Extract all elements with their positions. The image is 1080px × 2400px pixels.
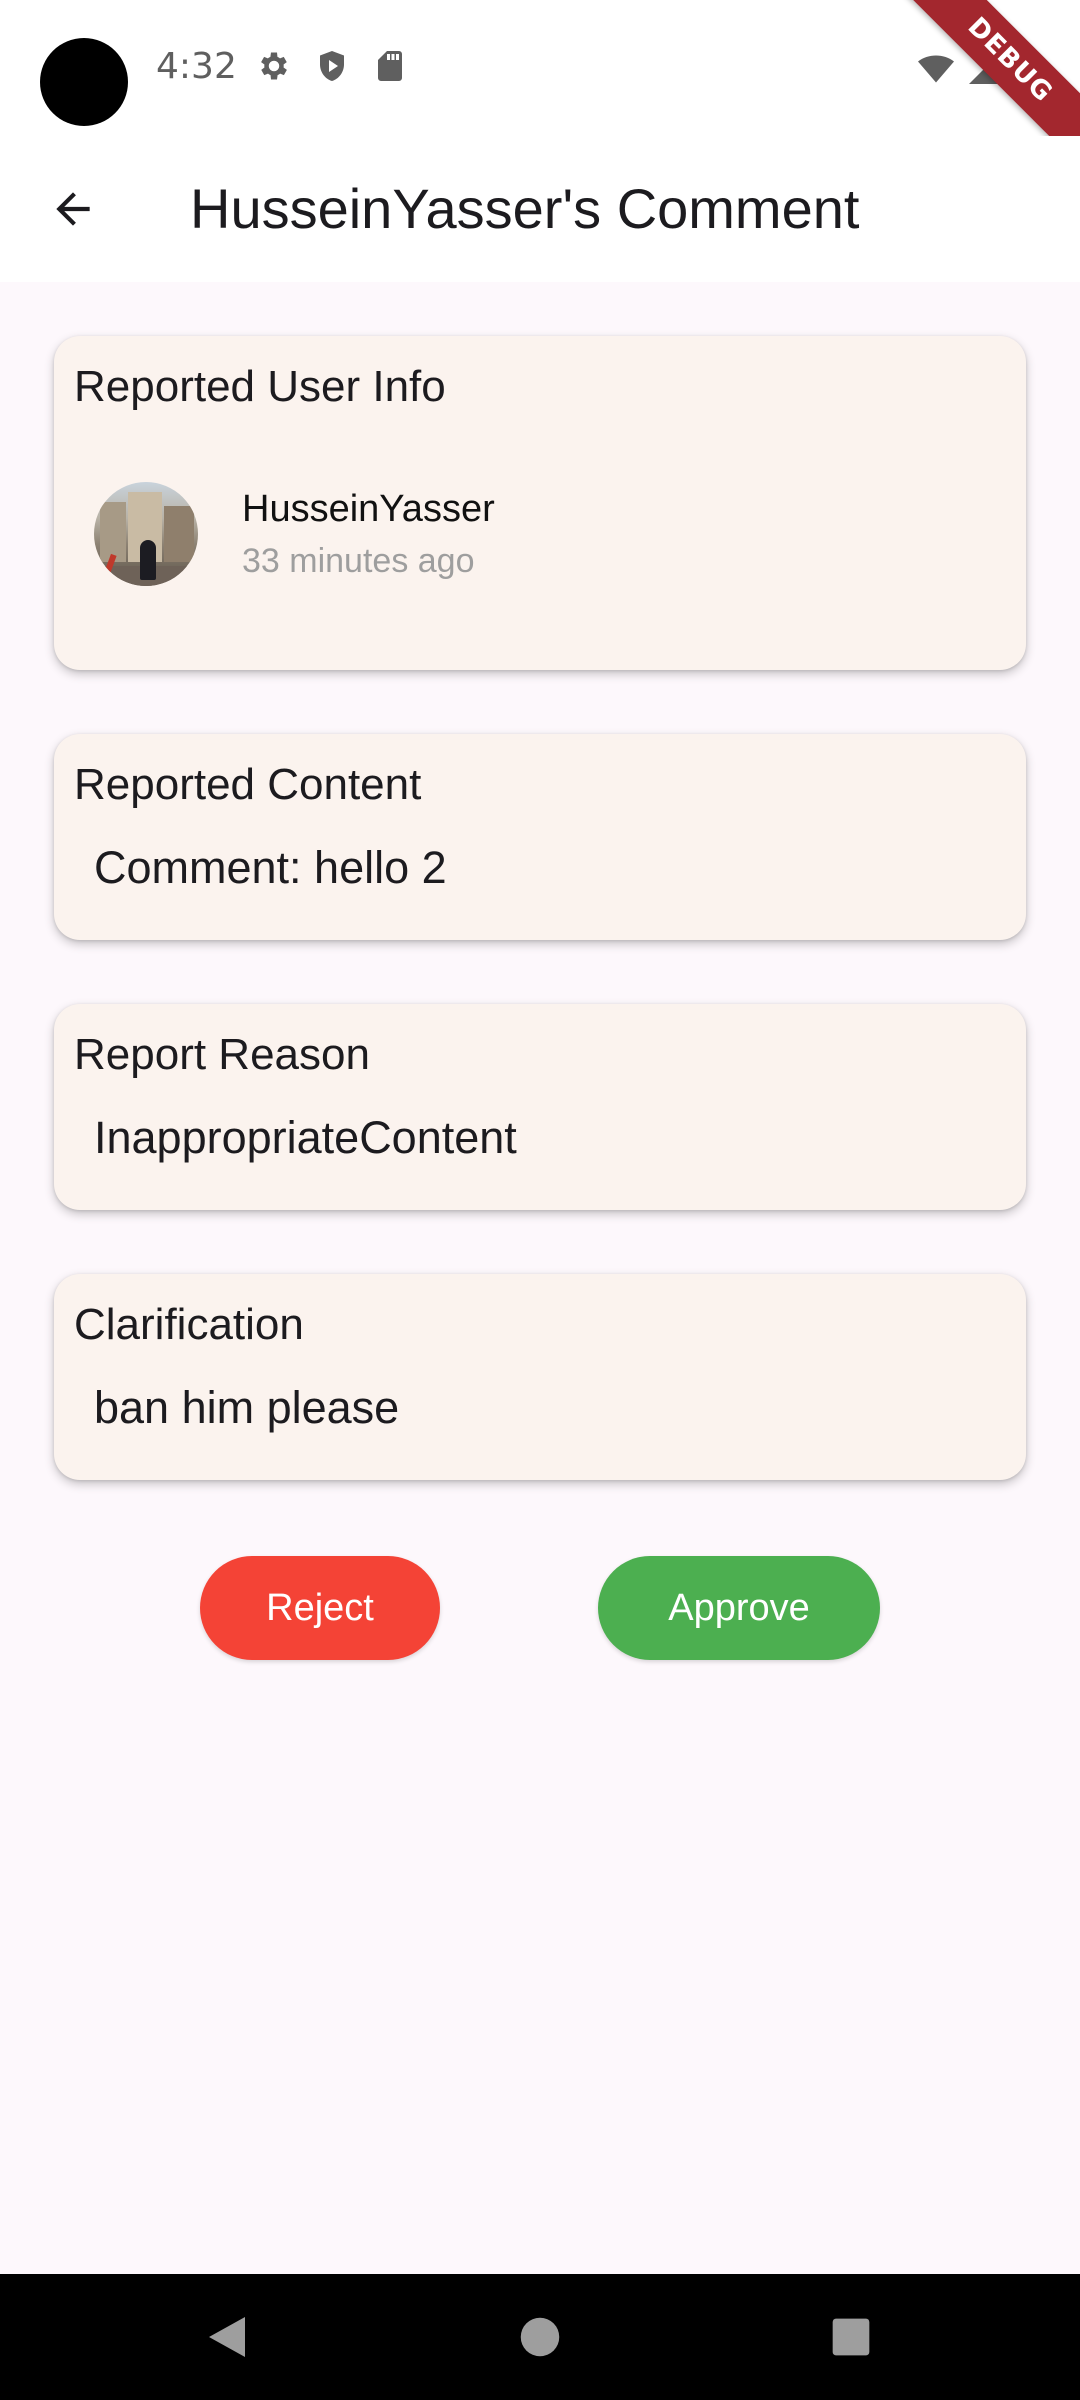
report-timestamp: 33 minutes ago xyxy=(242,542,475,580)
arrow-left-icon xyxy=(56,192,90,226)
app-bar: HusseinYasser's Comment xyxy=(0,136,1080,282)
page-title: HusseinYasser's Comment xyxy=(190,177,860,240)
screen: 4:32 DEBUG HusseinYasser's Comment Repor… xyxy=(0,0,1080,2400)
status-time: 4:32 xyxy=(156,46,237,87)
avatar[interactable] xyxy=(94,482,198,586)
sd-card-icon xyxy=(372,48,408,84)
approve-button[interactable]: Approve xyxy=(598,1556,880,1660)
reported-content-title: Reported Content xyxy=(74,760,422,809)
reject-button[interactable]: Reject xyxy=(200,1556,440,1660)
nav-recents-button[interactable] xyxy=(814,2300,888,2374)
status-bar: 4:32 DEBUG xyxy=(0,0,1080,171)
reported-content-text: Comment: hello 2 xyxy=(94,842,447,893)
nav-back-button[interactable] xyxy=(190,2300,264,2374)
shield-play-icon xyxy=(314,48,350,84)
clarification-text: ban him please xyxy=(94,1382,400,1433)
reported-user-card: Reported User Info HusseinYasser 33 minu… xyxy=(54,336,1026,670)
reported-content-card: Reported Content Comment: hello 2 xyxy=(54,734,1026,940)
nav-home-button[interactable] xyxy=(503,2300,577,2374)
reported-user-title: Reported User Info xyxy=(74,362,446,411)
reported-username[interactable]: HusseinYasser xyxy=(242,488,495,531)
status-left-icons xyxy=(256,48,408,84)
home-circle-icon xyxy=(520,2317,560,2357)
recents-square-icon xyxy=(832,2318,870,2356)
camera-cutout xyxy=(40,38,128,126)
back-triangle-icon xyxy=(209,2317,245,2357)
report-reason-card: Report Reason InappropriateContent xyxy=(54,1004,1026,1210)
back-button[interactable] xyxy=(36,172,110,246)
system-nav-bar xyxy=(0,2274,1080,2400)
report-reason-title: Report Reason xyxy=(74,1030,370,1079)
settings-icon xyxy=(256,48,292,84)
report-reason-text: InappropriateContent xyxy=(94,1112,517,1163)
clarification-card: Clarification ban him please xyxy=(54,1274,1026,1480)
clarification-title: Clarification xyxy=(74,1300,304,1349)
wifi-icon xyxy=(916,51,956,87)
